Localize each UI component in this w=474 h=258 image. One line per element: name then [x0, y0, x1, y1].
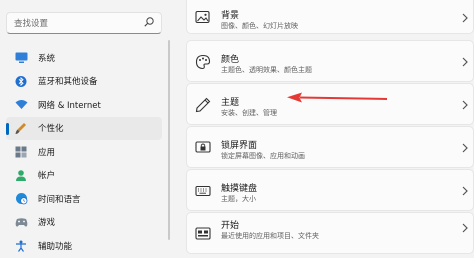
- game-controller-icon: [14, 215, 28, 229]
- card-title: 主题: [221, 98, 240, 108]
- bluetooth-icon: [14, 74, 28, 88]
- start-icon: [195, 227, 211, 240]
- card-subtitle: 主题，大小: [221, 195, 256, 203]
- card-subtitle: 锁定屏幕图像、应用和动画: [221, 152, 305, 160]
- annotation-arrow: [287, 92, 388, 103]
- nav-scrollbar[interactable]: [168, 40, 170, 240]
- lock-screen-icon: [195, 141, 211, 153]
- brush-icon: [14, 121, 28, 135]
- palette-icon: [195, 54, 211, 70]
- chevron-right-icon: [462, 143, 468, 153]
- sidebar-item-label: 游戏: [38, 218, 56, 229]
- accessibility-icon: [14, 239, 28, 253]
- card-themes[interactable]: 主题 安装、创建、管理: [186, 83, 474, 125]
- chevron-right-icon: [462, 223, 468, 233]
- active-indicator: [6, 122, 9, 135]
- sidebar-item-bluetooth[interactable]: 蓝牙和其他设备: [6, 70, 162, 94]
- sidebar-item-time-language[interactable]: 时间和语言: [6, 187, 162, 211]
- sidebar-item-label: 系统: [38, 53, 56, 64]
- sidebar-item-accessibility[interactable]: 辅助功能: [6, 234, 162, 258]
- nav-list: 系统 蓝牙和其他设备 网络 & Internet 个性化 应用 帐户 时间和语言…: [0, 46, 172, 258]
- sidebar-item-gaming[interactable]: 游戏: [6, 211, 162, 235]
- sidebar-item-network[interactable]: 网络 & Internet: [6, 93, 162, 117]
- card-subtitle: 主题色、透明效果、颜色主题: [221, 66, 312, 74]
- search-icon: [144, 17, 154, 27]
- search-placeholder: 查找设置: [14, 19, 49, 29]
- navigation-pane: 查找设置 系统 蓝牙和其他设备 网络 & Internet 个性化 应用 帐户 …: [0, 0, 172, 252]
- sidebar-item-label: 应用: [38, 147, 56, 158]
- card-subtitle: 安装、创建、管理: [221, 109, 277, 117]
- sidebar-item-label: 时间和语言: [38, 194, 81, 205]
- card-touch-keyboard[interactable]: 触摸键盘 主题，大小: [186, 169, 474, 211]
- card-colors[interactable]: 颜色 主题色、透明效果、颜色主题: [186, 40, 474, 82]
- keyboard-icon: [195, 185, 211, 197]
- sidebar-item-label: 辅助功能: [38, 241, 73, 252]
- chevron-right-icon: [462, 186, 468, 196]
- sidebar-item-label: 帐户: [38, 171, 56, 182]
- chevron-right-icon: [462, 13, 468, 23]
- sidebar-item-label: 蓝牙和其他设备: [38, 77, 98, 88]
- chevron-right-icon: [462, 57, 468, 67]
- card-background[interactable]: 背景 图像、颜色、幻灯片放映: [186, 0, 474, 34]
- wifi-icon: [14, 98, 28, 112]
- chevron-right-icon: [462, 100, 468, 110]
- card-title: 开始: [221, 221, 240, 231]
- card-subtitle: 最近使用的应用和项目、文件夹: [221, 232, 319, 240]
- monitor-icon: [14, 51, 28, 65]
- card-title: 颜色: [221, 55, 240, 65]
- sidebar-item-label: 个性化: [38, 124, 64, 135]
- pen-icon: [195, 97, 211, 113]
- card-title: 锁屏界面: [221, 141, 258, 151]
- sidebar-item-label: 网络 & Internet: [38, 100, 101, 111]
- sidebar-item-system[interactable]: 系统: [6, 46, 162, 70]
- card-title: 触摸键盘: [221, 184, 258, 194]
- card-start[interactable]: 开始 最近使用的应用和项目、文件夹: [186, 212, 474, 254]
- globe-clock-icon: [14, 192, 28, 206]
- personalization-content: 背景 图像、颜色、幻灯片放映 颜色 主题色、透明效果、颜色主题 主题 安装、创建…: [186, 0, 474, 254]
- card-lock-screen[interactable]: 锁屏界面 锁定屏幕图像、应用和动画: [186, 126, 474, 168]
- sidebar-item-accounts[interactable]: 帐户: [6, 164, 162, 188]
- account-icon: [14, 168, 28, 182]
- card-subtitle: 图像、颜色、幻灯片放映: [221, 22, 298, 30]
- apps-icon: [14, 145, 28, 159]
- card-title: 背景: [221, 11, 240, 21]
- sidebar-item-personalization[interactable]: 个性化: [6, 116, 162, 140]
- sidebar-item-apps[interactable]: 应用: [6, 140, 162, 164]
- image-icon: [195, 10, 210, 24]
- search-input[interactable]: 查找设置: [6, 12, 162, 34]
